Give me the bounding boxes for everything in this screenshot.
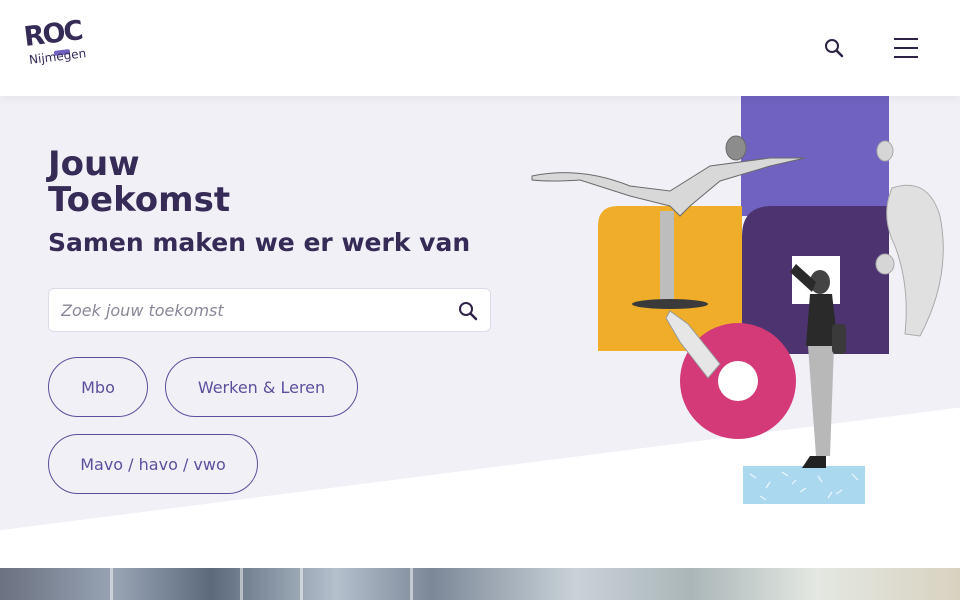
search-field [48, 288, 491, 332]
search-submit-icon[interactable] [456, 299, 480, 323]
roc-nijmegen-logo[interactable]: ROC Nijmegen [22, 15, 94, 74]
hero-illustration [520, 96, 960, 516]
site-header: ROC Nijmegen [0, 0, 960, 96]
werken-leren-button[interactable]: Werken & Leren [165, 357, 358, 417]
hamburger-menu-icon[interactable] [891, 34, 921, 62]
search-icon[interactable] [822, 36, 846, 60]
page-subtitle: Samen maken we er werk van [48, 228, 471, 257]
title-line-2: Toekomst [48, 180, 231, 220]
page-title: Jouw Toekomst [48, 146, 230, 218]
mbo-button[interactable]: Mbo [48, 357, 148, 417]
title-line-1: Jouw [48, 144, 140, 184]
hero-photo-strip [0, 568, 960, 600]
search-input[interactable] [61, 289, 451, 331]
mavo-havo-vwo-button[interactable]: Mavo / havo / vwo [48, 434, 258, 494]
